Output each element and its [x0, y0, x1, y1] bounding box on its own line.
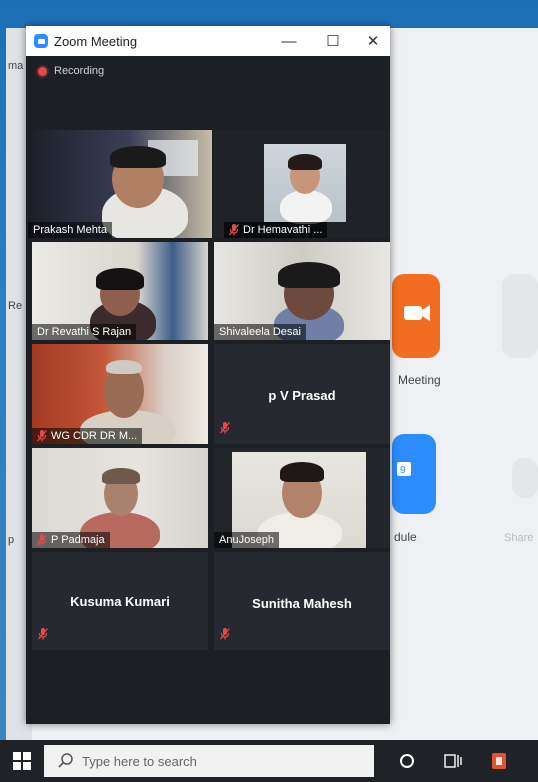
clipped-label-2: Re — [8, 300, 23, 312]
close-button[interactable]: ✕ — [356, 26, 390, 56]
office-icon — [492, 753, 506, 769]
participant-name-label: Dr Hemavathi ... — [224, 222, 328, 238]
participant-name-label: WG CDR DR M... — [32, 428, 143, 444]
person-hair — [102, 468, 140, 484]
share-label: Share — [504, 532, 534, 544]
participant-name-label: AnuJoseph — [214, 532, 280, 548]
recording-indicator[interactable]: Recording — [26, 56, 390, 86]
windows-logo-icon — [13, 752, 31, 770]
start-button[interactable] — [0, 740, 44, 782]
cortana-circle-icon — [400, 754, 414, 768]
office-app-button[interactable] — [476, 740, 522, 782]
search-placeholder: Type here to search — [82, 753, 197, 769]
title-bar[interactable]: Zoom Meeting — ☐ ✕ — [26, 26, 390, 56]
muted-mic-icon — [37, 430, 47, 442]
participant-name-label: Prakash Mehta — [28, 222, 112, 238]
muted-mic-icon — [220, 627, 230, 645]
recording-label: Recording — [54, 65, 105, 77]
muted-mic-icon — [220, 421, 230, 439]
schedule-tile[interactable]: 9 — [392, 434, 436, 514]
person-hair — [110, 146, 166, 168]
person-hair — [280, 462, 324, 482]
camera-icon — [404, 305, 430, 321]
participant-name: p V Prasad — [268, 388, 336, 403]
participant-tile-revathi[interactable]: Dr Revathi S Rajan — [32, 242, 208, 340]
taskbar-search-box[interactable]: Type here to search — [44, 745, 374, 777]
person-body — [280, 190, 332, 224]
participant-tile-kusuma[interactable]: Kusuma Kumari — [32, 552, 208, 650]
participant-tile-prakash[interactable]: Prakash Mehta — [28, 130, 212, 238]
recording-dot-icon — [38, 66, 47, 76]
meeting-label: Meeting — [398, 373, 441, 387]
taskbar: Type here to search — [0, 740, 538, 782]
participant-name-label: Shivaleela Desai — [214, 324, 306, 340]
share-tile[interactable] — [512, 458, 538, 498]
person-hair — [288, 154, 322, 170]
participant-tile-sunitha[interactable]: Sunitha Mahesh — [214, 552, 390, 650]
join-tile[interactable] — [502, 274, 538, 358]
search-icon — [58, 753, 73, 768]
participant-name-label: Dr Revathi S Rajan — [32, 324, 137, 340]
participant-name: Sunitha Mahesh — [252, 596, 352, 611]
minimize-button[interactable]: — — [272, 26, 306, 56]
window-title: Zoom Meeting — [54, 33, 138, 49]
clipped-label-1: ma — [8, 60, 24, 72]
participant-name-label: P Padmaja — [32, 532, 110, 548]
participant-tile-wg-cdr[interactable]: WG CDR DR M... — [32, 344, 208, 444]
svg-text:9: 9 — [400, 465, 406, 476]
person-hair — [106, 360, 142, 374]
participant-tile-shivaleela[interactable]: Shivaleela Desai — [214, 242, 390, 340]
person-hair — [96, 268, 144, 290]
participant-tile-prasad[interactable]: p V Prasad — [214, 344, 390, 444]
task-view-button[interactable] — [430, 740, 476, 782]
person-hair — [278, 262, 340, 288]
muted-mic-icon — [229, 224, 239, 236]
participant-name: Kusuma Kumari — [70, 594, 170, 609]
task-view-icon — [444, 754, 462, 768]
participant-tile-padmaja[interactable]: P Padmaja — [32, 448, 208, 548]
participant-tile-hemavathi[interactable]: Dr Hemavathi ... — [214, 130, 390, 238]
zoom-app-icon — [34, 34, 48, 48]
clipped-label-3: p — [8, 534, 15, 546]
maximize-button[interactable]: ☐ — [316, 26, 350, 56]
schedule-label: dule — [394, 530, 417, 544]
new-meeting-tile[interactable] — [392, 274, 440, 358]
muted-mic-icon — [38, 627, 48, 645]
zoom-meeting-window: Zoom Meeting — ☐ ✕ Recording Prakash Meh… — [26, 26, 390, 724]
participant-tile-anujoseph[interactable]: AnuJoseph — [214, 448, 390, 548]
cortana-button[interactable] — [384, 740, 430, 782]
muted-mic-icon — [37, 534, 47, 546]
calendar-icon: 9 — [397, 462, 411, 476]
